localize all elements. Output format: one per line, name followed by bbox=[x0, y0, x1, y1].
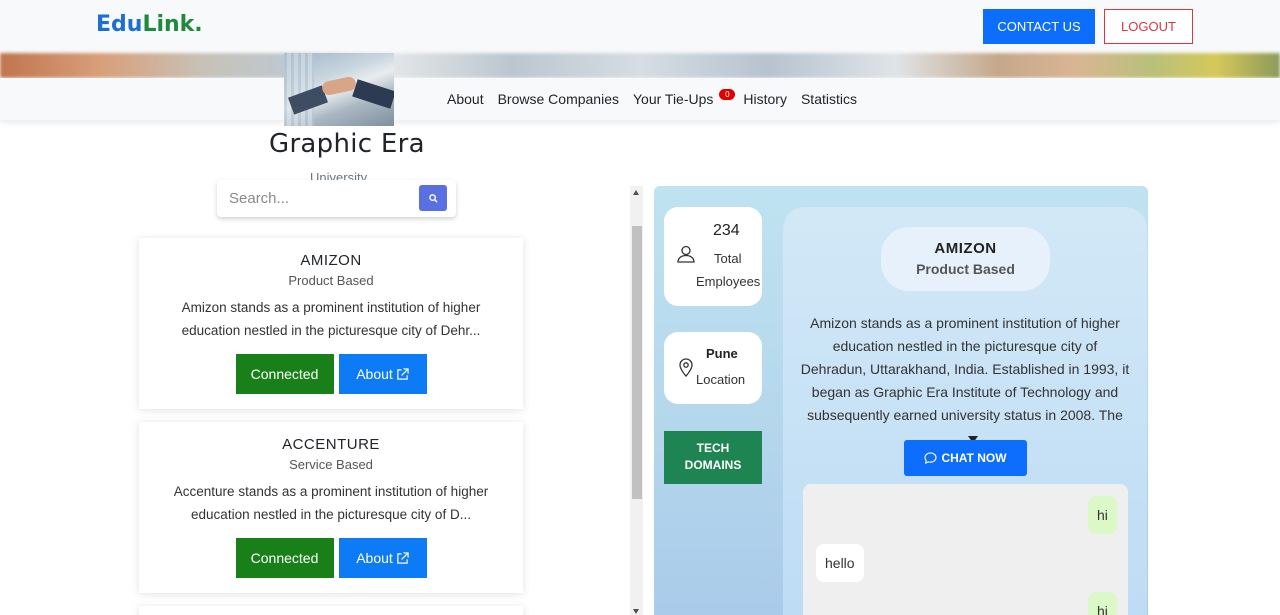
scroll-down-arrow-icon[interactable] bbox=[633, 609, 639, 614]
company-type: Service Based bbox=[289, 457, 373, 472]
about-button-label: About bbox=[356, 550, 393, 566]
search-button[interactable] bbox=[419, 185, 447, 211]
contact-us-button[interactable]: CONTACT US bbox=[983, 9, 1095, 44]
brand-logo[interactable]: EduLink. bbox=[96, 12, 203, 37]
company-header-pill: AMIZON Product Based bbox=[881, 227, 1050, 291]
external-link-icon bbox=[397, 551, 409, 564]
tech-domains-label-2: DOMAINS bbox=[684, 458, 742, 472]
company-card: ACCENTURE Service Based Accenture stands… bbox=[139, 422, 523, 593]
detail-company-type: Product Based bbox=[916, 261, 1015, 277]
nav-bar: About Browse Companies Your Tie-Ups 0 His… bbox=[0, 78, 1280, 120]
banner-image bbox=[0, 53, 1280, 78]
nav-item-your-tie-ups-label: Your Tie-Ups bbox=[632, 91, 714, 107]
tech-domains-label-1: TECH bbox=[696, 441, 730, 455]
profile-photo bbox=[284, 53, 394, 126]
search-input[interactable] bbox=[229, 186, 419, 210]
nav-item-browse-companies[interactable]: Browse Companies bbox=[498, 91, 619, 107]
location-label: Location bbox=[696, 372, 746, 387]
company-name: ACCENTURE bbox=[282, 436, 380, 453]
about-button[interactable]: About bbox=[338, 354, 427, 394]
scroll-up-arrow-icon[interactable] bbox=[633, 190, 639, 195]
connected-button[interactable]: Connected bbox=[235, 538, 334, 578]
tie-ups-count-badge: 0 bbox=[719, 89, 736, 100]
company-type: Product Based bbox=[288, 273, 374, 288]
tech-domains-button[interactable]: TECH DOMAINS bbox=[664, 431, 762, 484]
nav-item-about[interactable]: About bbox=[447, 91, 484, 107]
about-button[interactable]: About bbox=[338, 538, 427, 578]
chat-message-received: hello bbox=[816, 544, 864, 582]
top-header: EduLink. CONTACT US LOGOUT bbox=[0, 0, 1280, 53]
scrollbar-thumb[interactable] bbox=[632, 226, 642, 499]
org-name: Graphic Era bbox=[269, 129, 425, 159]
chat-now-button[interactable]: CHAT NOW bbox=[904, 440, 1027, 476]
company-description: Accenture stands as a prominent institut… bbox=[173, 484, 489, 522]
employees-label-total: Total bbox=[714, 251, 742, 266]
chat-message-sent: hi bbox=[1088, 496, 1117, 534]
chat-bubble-icon bbox=[924, 452, 938, 464]
company-card bbox=[139, 606, 523, 615]
detail-description: Amizon stands as a prominent institution… bbox=[800, 312, 1130, 450]
about-button-label: About bbox=[356, 366, 393, 382]
brand-part-edu: Edu bbox=[96, 12, 143, 37]
location-city: Pune bbox=[706, 346, 738, 361]
search-icon bbox=[428, 193, 438, 203]
chat-message-sent: hi bbox=[1088, 592, 1117, 615]
employees-label-employees: Employees bbox=[696, 274, 761, 289]
chat-now-label: CHAT NOW bbox=[941, 451, 1007, 465]
brand-part-link: Link. bbox=[142, 12, 203, 37]
location-pin-icon bbox=[679, 358, 693, 377]
company-name: AMIZON bbox=[300, 252, 362, 269]
logout-button[interactable]: LOGOUT bbox=[1104, 9, 1193, 44]
user-icon bbox=[677, 245, 695, 263]
employees-count: 234 bbox=[713, 222, 740, 239]
detail-company-name: AMIZON bbox=[934, 240, 997, 257]
nav-item-statistics[interactable]: Statistics bbox=[801, 91, 857, 107]
nav-item-history[interactable]: History bbox=[743, 91, 787, 107]
company-description: Amizon stands as a prominent institution… bbox=[181, 300, 481, 338]
connected-button[interactable]: Connected bbox=[235, 354, 334, 394]
detail-description-text: Amizon stands as a prominent institution… bbox=[800, 315, 1130, 446]
company-card: AMIZON Product Based Amizon stands as a … bbox=[139, 238, 523, 409]
nav-item-your-tie-ups[interactable]: Your Tie-Ups 0 bbox=[632, 89, 736, 107]
external-link-icon bbox=[397, 367, 409, 380]
